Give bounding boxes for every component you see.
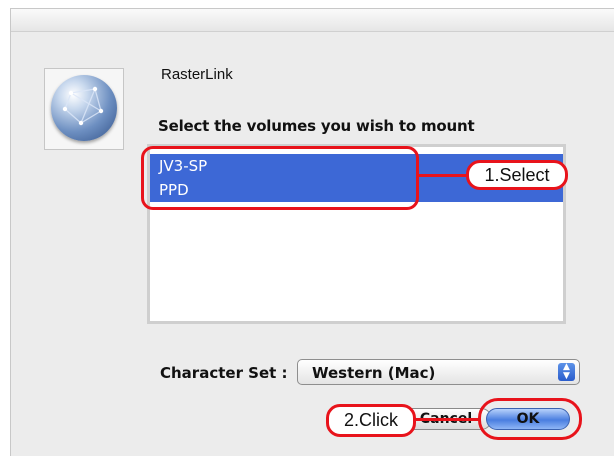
- app-name: RasterLink: [161, 66, 233, 83]
- app-icon-tile: [44, 68, 124, 150]
- charset-select-value: Western (Mac): [312, 364, 436, 382]
- ok-highlight-frame: [478, 398, 582, 440]
- click-connector-line: [412, 418, 480, 421]
- select-highlight-frame: [141, 146, 419, 210]
- mount-prompt: Select the volumes you wish to mount: [158, 117, 475, 135]
- charset-select[interactable]: Western (Mac) ▲ ▼: [297, 359, 580, 385]
- step1-callout: 1.Select: [466, 160, 568, 190]
- charset-label: Character Set :: [160, 364, 288, 382]
- select-connector-line: [419, 174, 469, 177]
- step2-callout: 2.Click: [326, 404, 416, 437]
- network-globe-icon: [51, 75, 117, 141]
- dialog-titlebar[interactable]: [11, 9, 614, 32]
- updown-arrows-icon: ▲ ▼: [558, 363, 575, 381]
